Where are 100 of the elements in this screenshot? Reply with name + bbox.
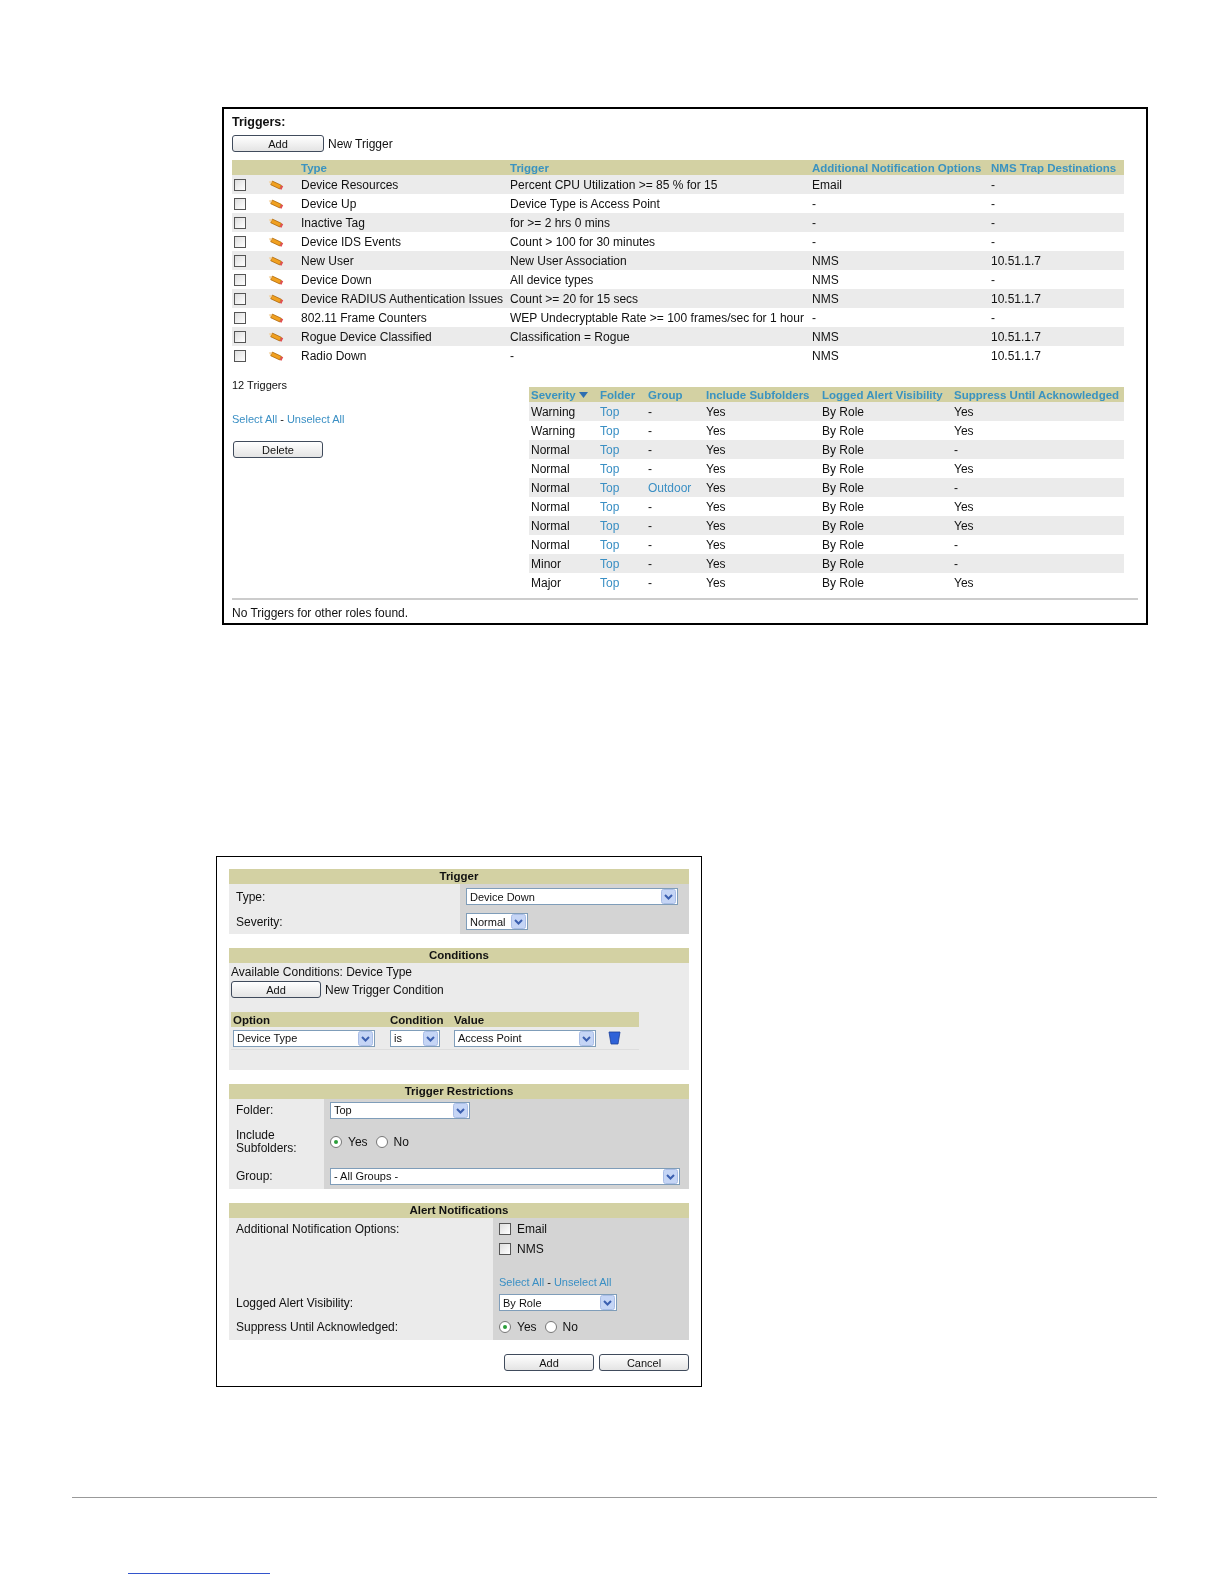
table-cell: Normal (529, 459, 598, 478)
pencil-icon[interactable] (268, 350, 284, 361)
column-header[interactable]: Folder (598, 387, 646, 402)
column-header[interactable]: Logged Alert Visibility (820, 387, 952, 402)
trigger-count: 12 Triggers (232, 379, 289, 391)
caret-icon (358, 1030, 373, 1046)
value-select[interactable]: Access Point (454, 1029, 596, 1047)
row-checkbox[interactable] (234, 312, 246, 325)
table-cell: Percent CPU Utilization >= 85 % for 15 (508, 175, 810, 194)
table-cell: Yes (952, 421, 1124, 440)
table-cell: - (810, 232, 989, 251)
table-cell: NMS (810, 346, 989, 365)
table-cell: By Role (820, 478, 952, 497)
form-button[interactable]: Cancel (599, 1354, 689, 1371)
table-cell: - (810, 213, 989, 232)
table-cell: Yes (952, 516, 1124, 535)
column-header[interactable]: Include Subfolders (704, 387, 820, 402)
radio-label: Yes (348, 1135, 368, 1149)
radio-button[interactable] (499, 1321, 511, 1333)
table-cell: Warning (529, 402, 598, 421)
visibility-select[interactable]: By Role (499, 1294, 617, 1311)
folder-link[interactable]: Top (600, 575, 620, 590)
option-select[interactable]: Device Type (233, 1029, 375, 1047)
table-cell: Yes (704, 535, 820, 554)
folder-link[interactable]: Top (600, 537, 620, 552)
available-conditions: Available Conditions: Device Type (231, 965, 413, 979)
table-cell: - (810, 308, 989, 327)
checkbox-label: NMS (517, 1242, 544, 1256)
row-checkbox[interactable] (234, 179, 246, 192)
folder-link[interactable]: Top (600, 499, 620, 514)
checkbox[interactable] (499, 1243, 511, 1255)
field-label: Additional Notification Options: (236, 1222, 400, 1236)
table-cell: - (810, 194, 989, 213)
add-button[interactable]: Add (231, 981, 321, 998)
table-cell: - (989, 270, 1124, 289)
table-cell: Yes (704, 478, 820, 497)
pencil-icon[interactable] (268, 293, 284, 304)
add-button[interactable]: Add (232, 135, 324, 152)
column-header[interactable]: Suppress Until Acknowledged (952, 387, 1124, 402)
panel-title: Triggers: (232, 115, 287, 129)
table-cell: All device types (508, 270, 810, 289)
pencil-icon[interactable] (268, 236, 284, 247)
add-label: New Trigger (328, 136, 393, 151)
select-all-link[interactable]: Select All (499, 1276, 545, 1288)
table-cell: New User (299, 251, 508, 270)
field-label: Logged Alert Visibility: (236, 1295, 354, 1310)
caret-icon (600, 1295, 615, 1310)
group-select[interactable]: - All Groups - (330, 1167, 680, 1185)
pencil-icon[interactable] (268, 312, 284, 323)
pencil-icon[interactable] (268, 179, 284, 190)
folder-link[interactable]: Top (600, 461, 620, 476)
checkbox[interactable] (499, 1223, 511, 1235)
table-cell: Count > 100 for 30 minutes (508, 232, 810, 251)
unselect-all-link[interactable]: Unselect All (553, 1276, 612, 1288)
table-cell: 10.51.1.7 (989, 289, 1124, 308)
row-checkbox[interactable] (234, 331, 246, 344)
condition-select[interactable]: is (390, 1029, 440, 1047)
table-cell: Device Down (299, 270, 508, 289)
table-cell: - (508, 346, 810, 365)
table-cell: 10.51.1.7 (989, 327, 1124, 346)
table-cell: - (989, 308, 1124, 327)
caret-icon (663, 1168, 678, 1184)
radio-button[interactable] (330, 1136, 342, 1148)
pencil-icon[interactable] (268, 255, 284, 266)
radio-button[interactable] (375, 1136, 388, 1148)
table-cell: Normal (529, 478, 598, 497)
row-checkbox[interactable] (234, 255, 246, 268)
pencil-icon[interactable] (268, 217, 284, 228)
row-checkbox[interactable] (234, 236, 246, 249)
select-all-link[interactable]: Select All (232, 413, 278, 425)
folder-link[interactable]: Top (600, 423, 620, 438)
field-label: Type: (236, 889, 266, 904)
column-header[interactable]: Group (646, 387, 704, 402)
severity-select[interactable]: Normal (466, 913, 528, 930)
row-checkbox[interactable] (234, 198, 246, 211)
table-cell: Normal (529, 535, 598, 554)
row-checkbox[interactable] (234, 350, 246, 363)
table-cell: Yes (952, 402, 1124, 421)
pencil-icon[interactable] (268, 274, 284, 285)
table-cell: - (952, 440, 1124, 459)
row-checkbox[interactable] (234, 217, 246, 230)
folder-select[interactable]: Top (330, 1101, 470, 1119)
form-button[interactable]: Add (504, 1354, 594, 1371)
radio-button[interactable] (544, 1321, 557, 1333)
table-cell: NMS (810, 251, 989, 270)
table-cell: Device RADIUS Authentication Issues (299, 289, 508, 308)
pencil-icon[interactable] (268, 198, 284, 209)
table-cell: - (952, 554, 1124, 573)
delete-button[interactable]: Delete (233, 441, 323, 458)
pencil-icon[interactable] (268, 331, 284, 342)
trash-icon[interactable] (608, 1031, 621, 1045)
radio-label: No (393, 1135, 409, 1149)
table-cell: 10.51.1.7 (989, 251, 1124, 270)
row-checkbox[interactable] (234, 293, 246, 306)
table-cell: - (989, 213, 1124, 232)
radio-label: Yes (517, 1320, 537, 1334)
type-select[interactable]: Device Down (466, 888, 678, 905)
unselect-all-link[interactable]: Unselect All (286, 413, 345, 425)
column-header[interactable]: Severity (529, 387, 598, 402)
row-checkbox[interactable] (234, 274, 246, 287)
